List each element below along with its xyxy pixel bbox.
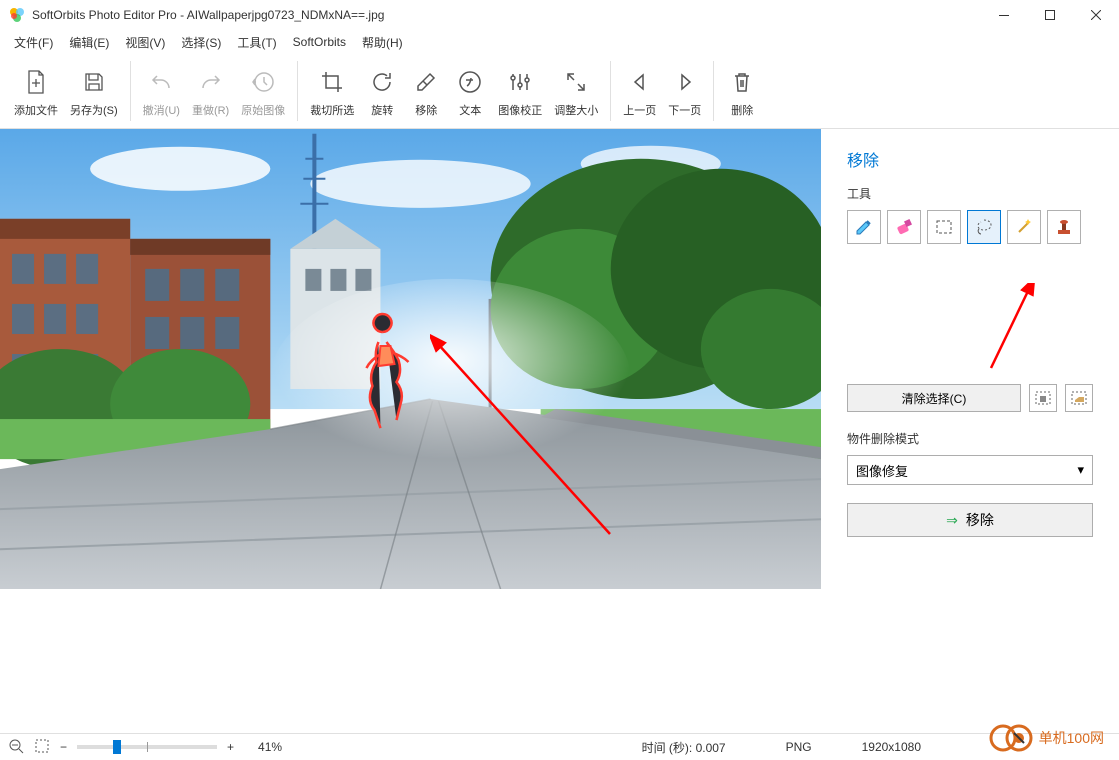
zoom-percent: 41%: [258, 740, 282, 754]
window-title: SoftOrbits Photo Editor Pro - AIWallpape…: [32, 8, 981, 22]
minimize-button[interactable]: [981, 0, 1027, 30]
original-button[interactable]: 原始图像: [235, 60, 291, 122]
image-canvas[interactable]: [0, 129, 821, 589]
menubar: 文件(F) 编辑(E) 视图(V) 选择(S) 工具(T) SoftOrbits…: [0, 30, 1119, 54]
next-button[interactable]: 下一页: [662, 60, 707, 122]
watermark-text: 单机100网: [1039, 728, 1104, 748]
clear-selection-button[interactable]: 清除选择(C): [847, 384, 1021, 412]
rotate-button[interactable]: 旋转: [360, 60, 404, 122]
canvas-area: [0, 129, 821, 733]
sliders-icon: [508, 64, 532, 100]
undo-button[interactable]: 撤消(U): [137, 60, 186, 122]
rect-select-tool[interactable]: [927, 210, 961, 244]
watermark: 单机100网: [989, 721, 1104, 755]
undo-icon: [149, 64, 173, 100]
dimensions-label: 1920x1080: [862, 740, 921, 754]
redo-button[interactable]: 重做(R): [186, 60, 235, 122]
menu-help[interactable]: 帮助(H): [356, 32, 409, 53]
time-label: 时间 (秒): 0.007: [642, 739, 726, 756]
trash-icon: [731, 64, 753, 100]
mode-select[interactable]: 图像修复 ▾: [847, 455, 1093, 485]
mode-label: 物件删除模式: [847, 430, 1093, 447]
statusbar: − + 41% 时间 (秒): 0.007 PNG 1920x1080: [0, 733, 1119, 760]
add-file-icon: [25, 64, 47, 100]
prev-icon: [629, 64, 651, 100]
eraser-tool[interactable]: [887, 210, 921, 244]
chevron-down-icon: ▾: [1077, 462, 1084, 478]
tools-label: 工具: [847, 185, 1093, 202]
redo-icon: [199, 64, 223, 100]
crop-button[interactable]: 裁切所选: [304, 60, 360, 122]
magic-wand-tool[interactable]: [1007, 210, 1041, 244]
history-icon: [251, 64, 275, 100]
menu-file[interactable]: 文件(F): [8, 32, 59, 53]
menu-tools[interactable]: 工具(T): [231, 32, 282, 53]
tool-row: [847, 210, 1093, 244]
eraser-icon: [414, 64, 438, 100]
arrow-right-icon: ⇒: [946, 512, 958, 529]
maximize-button[interactable]: [1027, 0, 1073, 30]
save-selection-button[interactable]: [1029, 384, 1057, 412]
remove-tool-button[interactable]: 移除: [404, 60, 448, 122]
next-icon: [674, 64, 696, 100]
prev-button[interactable]: 上一页: [617, 60, 662, 122]
save-as-button[interactable]: 另存为(S): [64, 60, 124, 122]
toolbar: 添加文件 另存为(S) 撤消(U) 重做(R) 原始图像 裁切所选 旋转: [0, 54, 1119, 129]
canvas-view[interactable]: [0, 129, 821, 733]
watermark-icon: [989, 721, 1033, 755]
marker-tool[interactable]: [847, 210, 881, 244]
panel-title: 移除: [847, 147, 1093, 171]
text-icon: [458, 64, 482, 100]
add-file-button[interactable]: 添加文件: [8, 60, 64, 122]
crop-icon: [320, 64, 344, 100]
format-label: PNG: [786, 740, 812, 754]
close-button[interactable]: [1073, 0, 1119, 30]
resize-button[interactable]: 调整大小: [548, 60, 604, 122]
zoom-minus-button[interactable]: −: [60, 740, 67, 754]
titlebar: SoftOrbits Photo Editor Pro - AIWallpape…: [0, 0, 1119, 30]
text-button[interactable]: 文本: [448, 60, 492, 122]
side-panel: 移除 工具: [821, 129, 1119, 733]
annotation-arrow-panel: [981, 283, 1041, 373]
delete-button[interactable]: 删除: [720, 60, 764, 122]
menu-view[interactable]: 视图(V): [119, 32, 171, 53]
menu-softorbits[interactable]: SoftOrbits: [287, 33, 352, 51]
correction-button[interactable]: 图像校正: [492, 60, 548, 122]
zoom-slider[interactable]: [77, 745, 217, 749]
zoom-out-icon[interactable]: [8, 738, 24, 757]
zoom-plus-button[interactable]: +: [227, 740, 234, 754]
rotate-icon: [370, 64, 394, 100]
window-controls: [981, 0, 1119, 30]
app-icon: [8, 6, 26, 24]
menu-select[interactable]: 选择(S): [175, 32, 227, 53]
lasso-tool[interactable]: [967, 210, 1001, 244]
save-icon: [82, 64, 106, 100]
load-selection-button[interactable]: [1065, 384, 1093, 412]
clone-stamp-tool[interactable]: [1047, 210, 1081, 244]
menu-edit[interactable]: 编辑(E): [63, 32, 115, 53]
remove-button[interactable]: ⇒ 移除: [847, 503, 1093, 537]
resize-icon: [564, 64, 588, 100]
fit-icon[interactable]: [34, 738, 50, 757]
